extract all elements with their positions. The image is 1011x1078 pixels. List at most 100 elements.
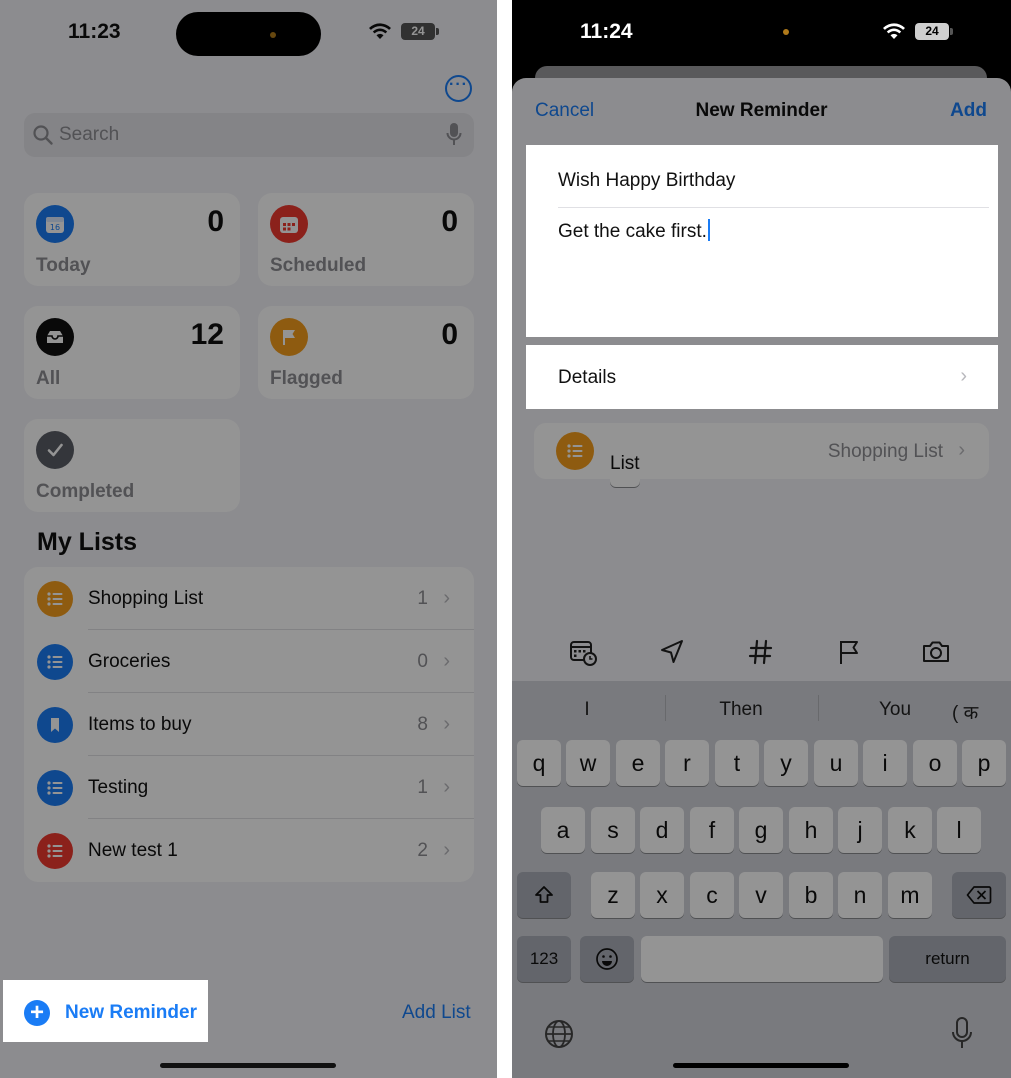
list-count: 0 [417, 651, 428, 672]
status-time: 11:24 [580, 20, 633, 43]
scheduled-label: Scheduled [270, 255, 367, 276]
smart-list-completed[interactable]: Completed [24, 419, 240, 512]
camera-icon[interactable] [921, 637, 951, 667]
key-o[interactable]: o [913, 740, 957, 786]
new-reminder-button[interactable]: New Reminder [65, 1002, 197, 1024]
emoji-icon [596, 948, 618, 970]
completed-label: Completed [36, 481, 135, 502]
search-placeholder: Search [59, 124, 120, 145]
hashtag-icon[interactable] [746, 637, 776, 667]
list-item-groceries[interactable]: Groceries 0 › [24, 630, 474, 693]
shift-key[interactable] [517, 872, 571, 918]
sheet-title: New Reminder [695, 100, 828, 121]
smart-list-scheduled[interactable]: 0 Scheduled [258, 193, 474, 286]
backspace-icon [966, 886, 992, 904]
microphone-icon[interactable] [446, 122, 462, 148]
chevron-right-icon: › [960, 365, 967, 387]
calendar-clock-icon[interactable] [568, 637, 598, 667]
plus-circle-icon[interactable]: + [24, 1000, 50, 1026]
today-count: 0 [207, 205, 224, 238]
shift-icon [535, 886, 553, 903]
key-u[interactable]: u [814, 740, 858, 786]
suggestion-3[interactable]: You [820, 699, 970, 721]
key-k[interactable]: k [888, 807, 932, 853]
key-p[interactable]: p [962, 740, 1006, 786]
key-d[interactable]: d [640, 807, 684, 853]
key-q[interactable]: q [517, 740, 561, 786]
more-options-button[interactable]: ··· [445, 75, 472, 102]
dictation-microphone-icon[interactable] [951, 1016, 973, 1052]
emoji-key[interactable] [580, 936, 634, 982]
key-n[interactable]: n [838, 872, 882, 918]
key-r[interactable]: r [665, 740, 709, 786]
key-f[interactable]: f [690, 807, 734, 853]
search-field[interactable]: Search [24, 113, 474, 157]
key-g[interactable]: g [739, 807, 783, 853]
key-v[interactable]: v [739, 872, 783, 918]
key-s[interactable]: s [591, 807, 635, 853]
smart-list-today[interactable]: 16 0 Today [24, 193, 240, 286]
list-count: 1 [417, 588, 428, 609]
new-reminder-screen: 11:24 24 Cancel New Reminder Add List Sh… [512, 0, 1011, 1078]
list-selector-row[interactable]: List Shopping List › [534, 423, 989, 487]
delete-key[interactable] [952, 872, 1006, 918]
key-m[interactable]: m [888, 872, 932, 918]
list-bullet-icon [37, 833, 73, 869]
globe-icon[interactable] [543, 1018, 575, 1050]
text-cursor [707, 219, 710, 241]
key-z[interactable]: z [591, 872, 635, 918]
add-list-button[interactable]: Add List [402, 1002, 471, 1024]
suggestion-1[interactable]: I [512, 699, 662, 721]
flag-icon [270, 318, 308, 356]
list-item-new-test-1[interactable]: New test 1 2 › [24, 819, 474, 882]
scheduled-count: 0 [441, 205, 458, 238]
reminders-home-screen: 11:23 24 ··· Search 16 0 Today 0 Schedul… [0, 0, 497, 1078]
key-w[interactable]: w [566, 740, 610, 786]
home-indicator [673, 1063, 849, 1068]
list-item-testing[interactable]: Testing 1 › [24, 756, 474, 819]
smart-list-all[interactable]: 12 All [24, 306, 240, 399]
bookmark-icon [37, 707, 73, 743]
return-key[interactable]: return [889, 936, 1006, 982]
battery-indicator: 24 [401, 23, 439, 40]
list-count: 8 [417, 714, 428, 735]
key-j[interactable]: j [838, 807, 882, 853]
key-e[interactable]: e [616, 740, 660, 786]
flagged-label: Flagged [270, 368, 343, 389]
details-row[interactable]: Details › [534, 349, 989, 405]
smart-list-flagged[interactable]: 0 Flagged [258, 306, 474, 399]
key-a[interactable]: a [541, 807, 585, 853]
key-i[interactable]: i [863, 740, 907, 786]
reminder-notes-field[interactable]: Get the cake first. [558, 219, 710, 243]
details-label: Details [558, 367, 617, 388]
list-name: Items to buy [88, 714, 192, 735]
suggestion-4[interactable]: ( क [952, 699, 1011, 725]
flag-icon[interactable] [834, 637, 864, 667]
suggestion-2[interactable]: Then [666, 699, 816, 721]
key-y[interactable]: y [764, 740, 808, 786]
key-h[interactable]: h [789, 807, 833, 853]
key-x[interactable]: x [640, 872, 684, 918]
key-b[interactable]: b [789, 872, 833, 918]
battery-indicator: 24 [915, 23, 953, 40]
reminder-title-field[interactable]: Wish Happy Birthday [558, 170, 735, 192]
list-item-shopping-list[interactable]: Shopping List 1 › [24, 567, 474, 630]
checkmark-icon [36, 431, 74, 469]
key-t[interactable]: t [715, 740, 759, 786]
space-key[interactable] [641, 936, 883, 982]
tray-icon [36, 318, 74, 356]
wifi-icon [883, 23, 905, 39]
key-l[interactable]: l [937, 807, 981, 853]
all-label: All [36, 368, 61, 389]
status-bar: 11:24 24 [512, 0, 1011, 60]
list-item-items-to-buy[interactable]: Items to buy 8 › [24, 693, 474, 756]
key-c[interactable]: c [690, 872, 734, 918]
list-name: Shopping List [88, 588, 204, 609]
location-arrow-icon[interactable] [657, 637, 687, 667]
chevron-right-icon: › [443, 776, 450, 798]
add-button[interactable]: Add [950, 100, 987, 122]
flagged-count: 0 [441, 318, 458, 351]
home-indicator [160, 1063, 336, 1068]
quick-toolbar [512, 625, 1011, 681]
numbers-key[interactable]: 123 [517, 936, 571, 982]
